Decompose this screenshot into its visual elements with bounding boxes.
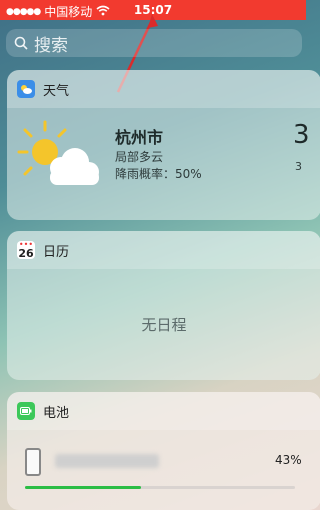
calendar-widget-title: 日历 (43, 244, 70, 260)
phone-icon (25, 448, 41, 476)
search-bar[interactable]: 搜索 (6, 29, 302, 57)
no-events-text: 无日程 (141, 316, 187, 334)
weather-temperature: 3 (293, 120, 310, 150)
battery-widget-body: 43% (7, 430, 320, 510)
battery-widget-header[interactable]: 电池 (7, 392, 320, 430)
calendar-icon-date: 26 (18, 247, 34, 259)
search-label: 搜索 (34, 35, 68, 56)
weather-widget-header[interactable]: 天气 (7, 70, 320, 108)
calendar-widget-body: 无日程 (7, 269, 320, 380)
battery-widget[interactable]: 电池 43% (7, 392, 320, 510)
weather-app-icon (17, 80, 35, 98)
calendar-widget-header[interactable]: ••• 26 日历 (7, 231, 320, 269)
weather-widget-title: 天气 (43, 83, 70, 99)
clock: 15:07 (133, 3, 173, 17)
weather-temperature-range: 3 (295, 160, 302, 173)
battery-percent: 43% (275, 453, 302, 467)
partly-cloudy-icon (17, 120, 99, 185)
battery-app-icon (17, 402, 35, 420)
battery-widget-title: 电池 (43, 405, 70, 421)
device-name-blurred (55, 454, 159, 468)
battery-level-bar (25, 486, 295, 489)
calendar-app-icon: ••• 26 (17, 241, 35, 259)
calendar-widget[interactable]: ••• 26 日历 无日程 (7, 231, 320, 380)
battery-level-fill (25, 486, 142, 489)
search-icon (14, 36, 28, 50)
weather-widget[interactable]: 天气 杭州市 局部多云 降雨概率：50% 3 3 (7, 70, 320, 220)
weather-rain-chance: 降雨概率：50% (115, 167, 202, 181)
status-bar: ●●●●● 中国移动 15:07 (0, 0, 306, 20)
weather-widget-body: 杭州市 局部多云 降雨概率：50% 3 3 (7, 108, 320, 220)
weather-city: 杭州市 (115, 128, 164, 147)
weather-condition: 局部多云 (115, 150, 164, 164)
